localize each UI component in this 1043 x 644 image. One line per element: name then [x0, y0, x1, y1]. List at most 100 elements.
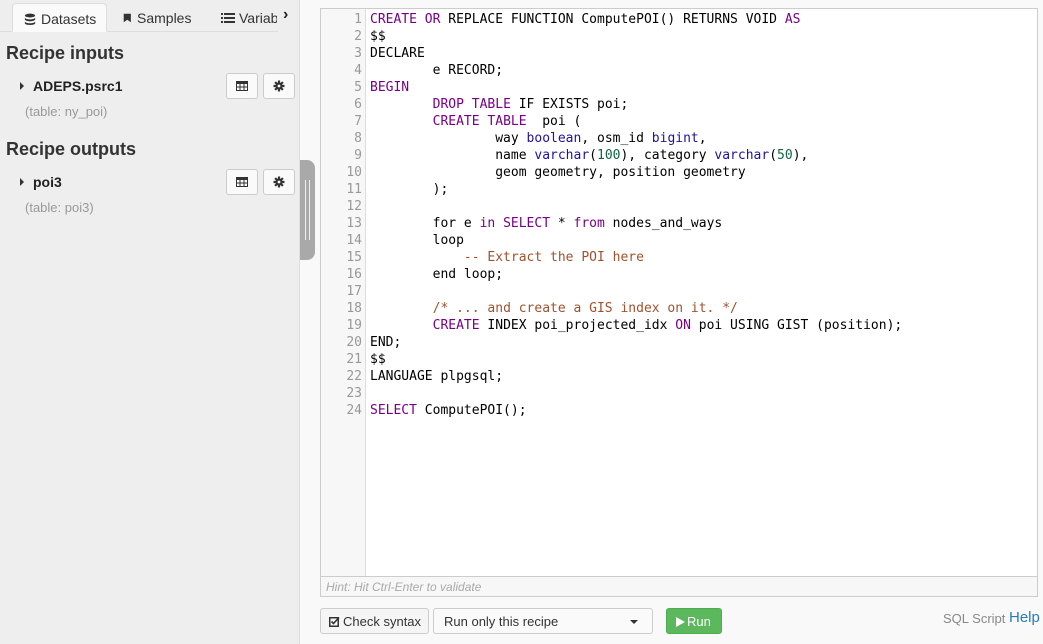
code-line: 11 ); — [321, 181, 1037, 198]
line-content: $$ — [370, 352, 386, 367]
line-number: 15 — [346, 250, 362, 265]
line-number: 20 — [346, 335, 362, 350]
code-line: 23 — [321, 385, 1037, 402]
chevron-right-icon[interactable]: › — [283, 6, 288, 24]
output-dataset-name[interactable]: poi3 — [20, 174, 62, 190]
tab-variables[interactable]: Variab — [211, 3, 277, 32]
code-line: 12 — [321, 198, 1037, 215]
output-dataset-table: (table: poi3) — [25, 200, 94, 215]
line-number: 23 — [346, 386, 362, 401]
line-number: 8 — [354, 131, 362, 146]
tab-datasets-label: Datasets — [41, 11, 97, 27]
run-mode-select[interactable]: Run only this recipe — [433, 608, 653, 634]
gear-icon — [273, 176, 285, 188]
caret-down-icon — [630, 620, 638, 624]
line-content: BEGIN — [370, 80, 410, 95]
line-number: 19 — [346, 318, 362, 333]
input-dataset-name[interactable]: ADEPS.psrc1 — [20, 78, 122, 94]
code-area[interactable]: 1 CREATE OR REPLACE FUNCTION ComputePOI()… — [321, 11, 1037, 419]
line-number: 14 — [346, 233, 362, 248]
line-content: DROP TABLE IF EXISTS poi; — [432, 97, 629, 112]
input-explore-button[interactable] — [226, 73, 258, 99]
table-icon — [236, 177, 248, 187]
line-number: 3 — [354, 46, 362, 61]
code-line: 5 BEGIN — [321, 79, 1037, 96]
code-line: 3 DECLARE — [321, 45, 1037, 62]
sql-editor[interactable]: 1 CREATE OR REPLACE FUNCTION ComputePOI()… — [320, 8, 1038, 597]
line-number: 6 — [354, 97, 362, 112]
tab-variables-label: Variab — [239, 10, 277, 26]
tab-samples[interactable]: Samples — [113, 3, 201, 32]
input-settings-button[interactable] — [263, 73, 295, 99]
line-number: 5 — [354, 80, 362, 95]
line-number: 17 — [346, 284, 362, 299]
line-content: $$ — [370, 29, 386, 44]
line-content: way boolean, osm_id bigint, — [370, 131, 707, 146]
code-line: 14 loop — [321, 232, 1037, 249]
run-label: Run — [687, 614, 711, 629]
tab-datasets[interactable]: Datasets — [12, 3, 108, 32]
code-line: 20 END; — [321, 334, 1037, 351]
caret-right-icon — [20, 82, 24, 90]
code-line: 8 way boolean, osm_id bigint, — [321, 130, 1037, 147]
code-line: 24 SELECT ComputePOI(); — [321, 402, 1037, 419]
line-content: for e in SELECT * from nodes_and_ways — [370, 216, 723, 231]
run-mode-value: Run only this recipe — [444, 614, 559, 629]
line-number: 13 — [346, 216, 362, 231]
line-content: end loop; — [370, 267, 504, 282]
recipe-outputs-title: Recipe outputs — [6, 139, 137, 159]
check-syntax-button[interactable]: Check syntax — [320, 608, 429, 634]
list-icon — [221, 13, 235, 23]
line-content: LANGUAGE plpgsql; — [370, 369, 504, 384]
line-content: CREATE INDEX poi_projected_idx ON poi US… — [432, 318, 903, 333]
code-line: 6 DROP TABLE IF EXISTS poi; — [321, 96, 1037, 113]
input-dataset-label: ADEPS.psrc1 — [33, 78, 123, 94]
editor-hint: Hint: Hit Ctrl-Enter to validate — [321, 576, 1037, 596]
sidebar-tabs: Datasets Samples Variab › — [0, 0, 300, 32]
grip-line — [305, 180, 306, 240]
output-settings-button[interactable] — [263, 169, 295, 195]
grip-line — [309, 180, 310, 240]
line-content: name varchar(100), category varchar(50), — [370, 148, 809, 163]
line-number: 7 — [354, 114, 362, 129]
code-line: 4 e RECORD; — [321, 62, 1037, 79]
output-dataset-label: poi3 — [33, 174, 62, 190]
line-content: ); — [370, 182, 449, 197]
line-content: geom geometry, position geometry — [370, 165, 746, 180]
code-line: 22 LANGUAGE plpgsql; — [321, 368, 1037, 385]
line-number: 10 — [346, 165, 362, 180]
output-explore-button[interactable] — [226, 169, 258, 195]
code-line: 9 name varchar(100), category varchar(50… — [321, 147, 1037, 164]
gear-icon — [273, 80, 285, 92]
tab-samples-label: Samples — [137, 10, 192, 26]
code-line: 18 /* ... and create a GIS index on it. … — [321, 300, 1037, 317]
database-icon — [24, 13, 36, 25]
code-line: 2 $$ — [321, 28, 1037, 45]
help-link[interactable]: Help — [1009, 609, 1040, 626]
sidebar-resize-handle[interactable] — [300, 160, 315, 260]
bookmark-icon — [123, 13, 131, 23]
run-button[interactable]: Run — [666, 608, 722, 634]
code-line: 13 for e in SELECT * from nodes_and_ways — [321, 215, 1037, 232]
line-content: /* ... and create a GIS index on it. */ — [432, 301, 738, 316]
play-icon — [676, 617, 685, 627]
code-line: 10 geom geometry, position geometry — [321, 164, 1037, 181]
line-content: END; — [370, 335, 402, 350]
line-number: 12 — [346, 199, 362, 214]
line-number: 9 — [354, 148, 362, 163]
line-number: 11 — [346, 182, 362, 197]
code-line: 19 CREATE INDEX poi_projected_idx ON poi… — [321, 317, 1037, 334]
line-content: SELECT ComputePOI(); — [370, 403, 527, 418]
line-number: 24 — [346, 403, 362, 418]
code-line: 16 end loop; — [321, 266, 1037, 283]
code-line: 21 $$ — [321, 351, 1037, 368]
line-number: 21 — [346, 352, 362, 367]
line-number: 22 — [346, 369, 362, 384]
line-number: 4 — [354, 63, 362, 78]
code-line: 7 CREATE TABLE poi ( — [321, 113, 1037, 130]
code-line: 15 -- Extract the POI here — [321, 249, 1037, 266]
input-dataset-table: (table: ny_poi) — [25, 104, 108, 119]
line-number: 2 — [354, 29, 362, 44]
line-content: CREATE OR REPLACE FUNCTION ComputePOI() … — [370, 12, 801, 27]
recipe-inputs-title: Recipe inputs — [6, 43, 125, 63]
